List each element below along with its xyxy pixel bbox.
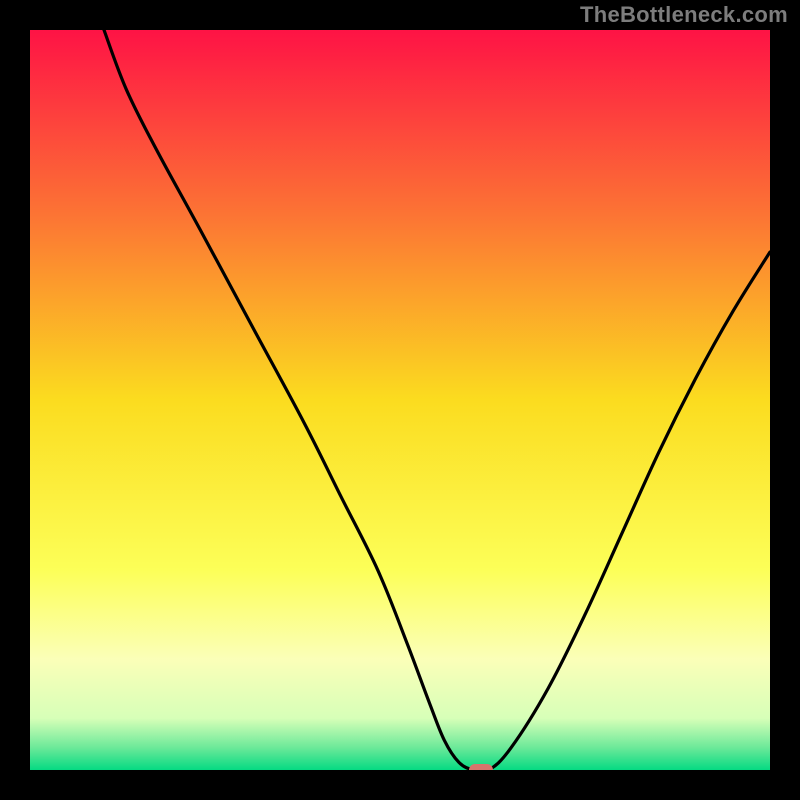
watermark-text: TheBottleneck.com	[580, 2, 788, 28]
bottleneck-curve	[30, 30, 770, 770]
optimal-marker	[469, 764, 493, 770]
chart-frame: TheBottleneck.com	[0, 0, 800, 800]
plot-area	[30, 30, 770, 770]
